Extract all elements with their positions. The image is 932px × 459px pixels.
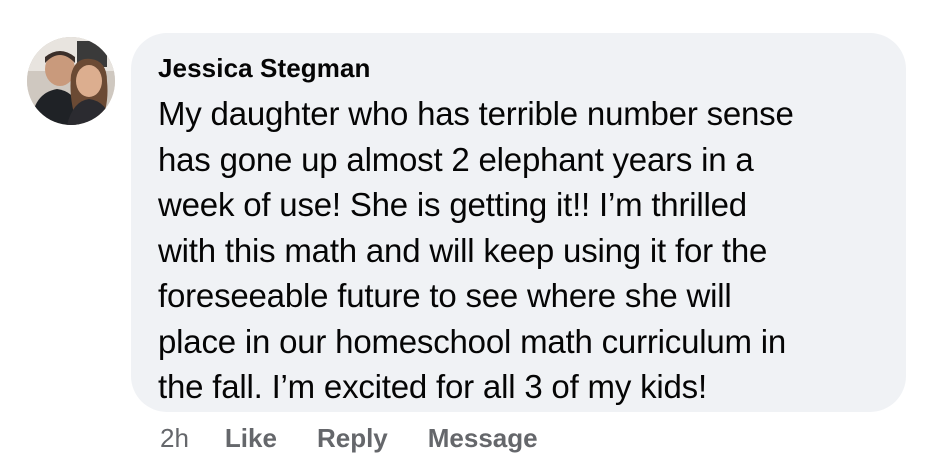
like-button[interactable]: Like — [225, 423, 277, 454]
comment-text: My daughter who has terrible number sens… — [158, 95, 794, 405]
avatar[interactable] — [27, 37, 115, 125]
comment-bubble: Jessica Stegman My daughter who has terr… — [131, 33, 906, 412]
profile-photo — [27, 37, 115, 125]
message-button[interactable]: Message — [428, 423, 538, 454]
author-name[interactable]: Jessica Stegman — [158, 53, 880, 83]
reply-button[interactable]: Reply — [317, 423, 388, 454]
comment-actions: 2h Like Reply Message — [160, 420, 578, 456]
comment: Jessica Stegman My daughter who has terr… — [0, 0, 932, 459]
timestamp[interactable]: 2h — [160, 423, 189, 454]
